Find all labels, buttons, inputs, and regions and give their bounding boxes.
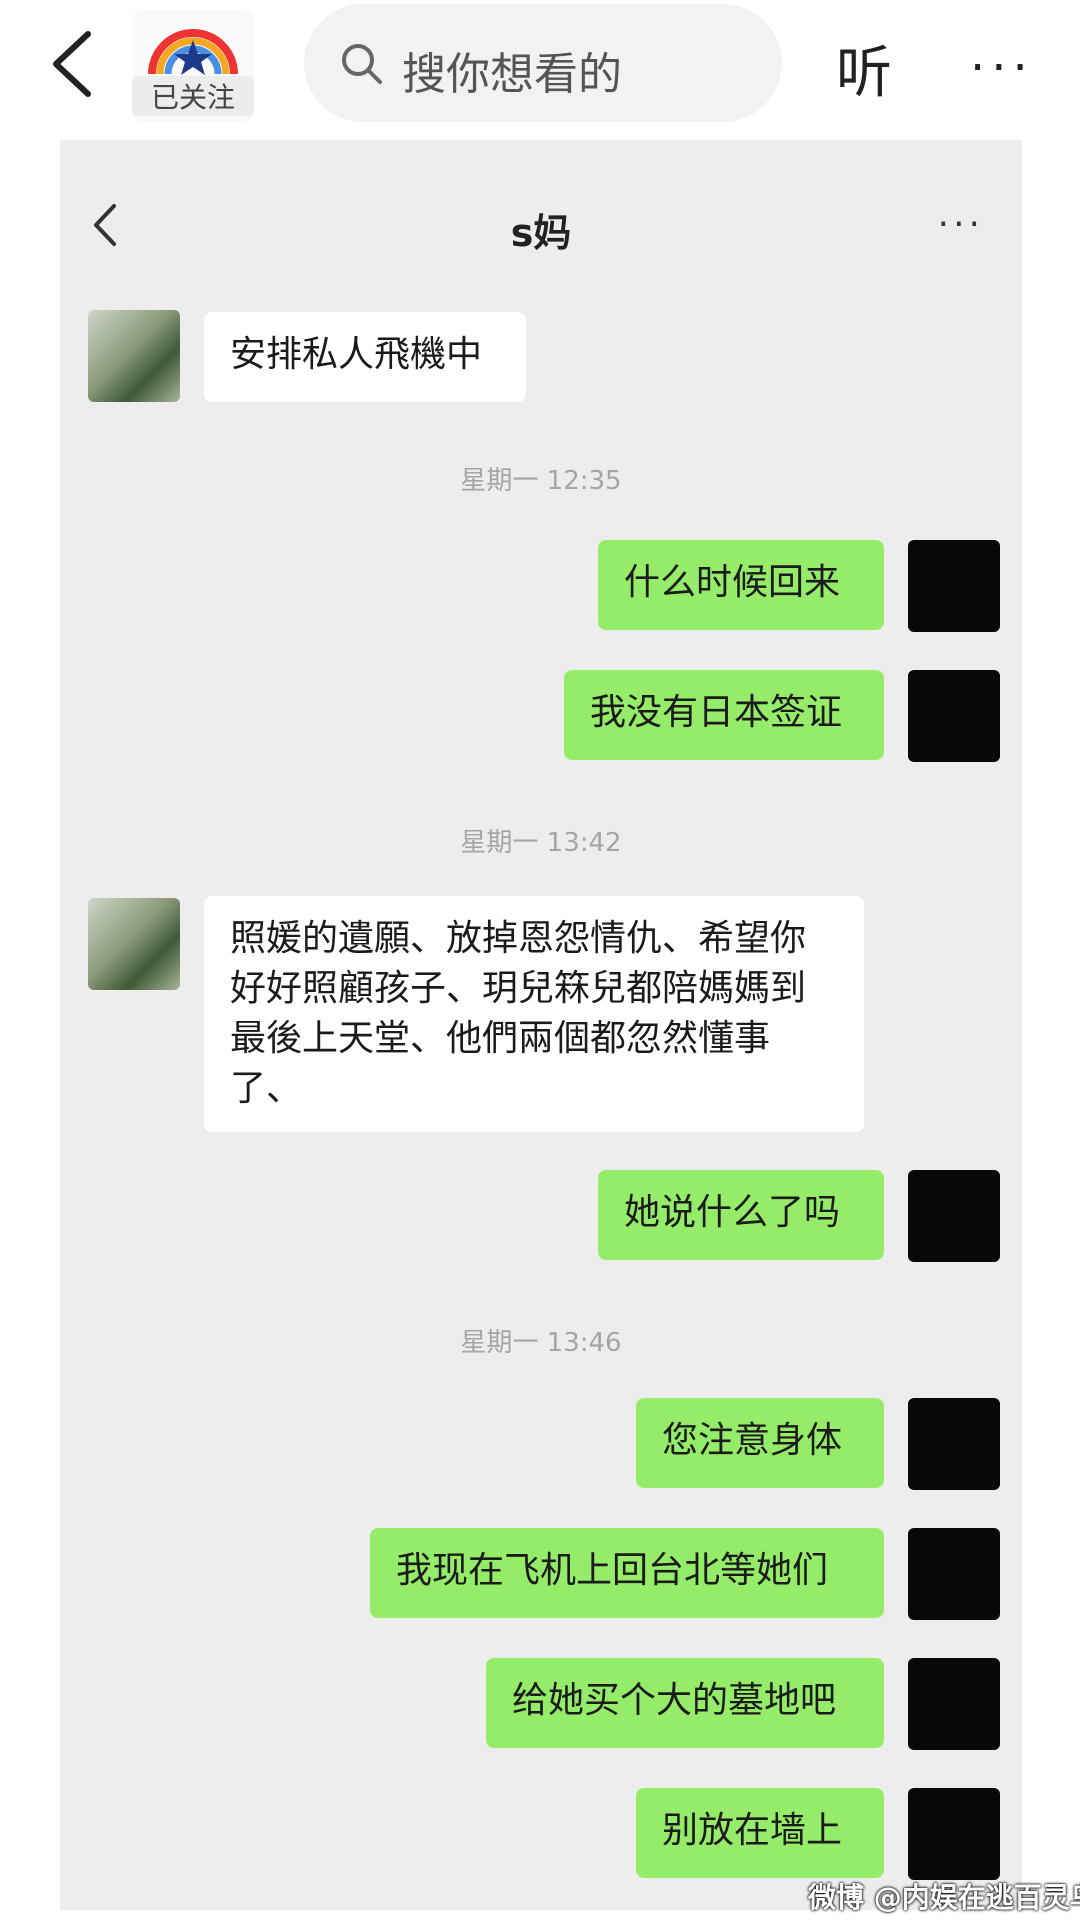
more-options-icon[interactable]: ··· — [970, 40, 1034, 96]
self-avatar — [908, 1658, 1000, 1750]
message-bubble-outgoing: 给她买个大的墓地吧 — [486, 1658, 884, 1748]
chat-title: s妈 — [510, 211, 572, 255]
contact-avatar — [88, 310, 180, 402]
self-avatar — [908, 540, 1000, 632]
self-avatar — [908, 1788, 1000, 1880]
message-bubble-outgoing: 我现在飞机上回台北等她们 — [370, 1528, 884, 1618]
search-bar[interactable]: 搜你想看的 — [304, 4, 782, 122]
follow-status-label: 已关注 — [132, 76, 254, 116]
self-avatar — [908, 1398, 1000, 1490]
top-app-bar: 已关注 搜你想看的 听 ··· — [0, 0, 1080, 130]
back-arrow-icon[interactable] — [48, 30, 96, 98]
self-avatar — [908, 1170, 1000, 1262]
self-avatar — [908, 670, 1000, 762]
account-follow-badge[interactable]: 已关注 — [132, 10, 254, 122]
chat-screenshot-image: s妈 ··· 安排私人飛機中 星期一 12:35 什么时候回来 我没有日本签证 … — [60, 140, 1022, 1910]
search-icon — [342, 44, 382, 84]
message-bubble-outgoing: 她说什么了吗 — [598, 1170, 884, 1260]
timestamp: 星期一 13:42 — [460, 828, 622, 858]
contact-avatar — [88, 898, 180, 990]
message-bubble-outgoing: 您注意身体 — [636, 1398, 884, 1488]
message-bubble-incoming: 安排私人飛機中 — [204, 312, 526, 402]
account-logo-icon — [148, 29, 238, 75]
search-placeholder: 搜你想看的 — [402, 49, 622, 100]
message-bubble-outgoing: 什么时候回来 — [598, 540, 884, 630]
message-bubble-outgoing: 别放在墙上 — [636, 1788, 884, 1878]
timestamp: 星期一 12:35 — [460, 466, 622, 496]
message-bubble-outgoing: 我没有日本签证 — [564, 670, 884, 760]
message-bubble-incoming: 照媛的遺願、放掉恩怨情仇、希望你好好照顧孩子、玥兒箖兒都陪媽媽到最後上天堂、他們… — [204, 896, 864, 1132]
self-avatar — [908, 1528, 1000, 1620]
listen-button[interactable]: 听 — [836, 28, 892, 109]
timestamp: 星期一 13:46 — [460, 1328, 622, 1358]
chat-more-icon: ··· — [937, 204, 984, 245]
weibo-watermark: 微博 @内娱在逃百灵鸟 — [808, 1881, 1080, 1914]
